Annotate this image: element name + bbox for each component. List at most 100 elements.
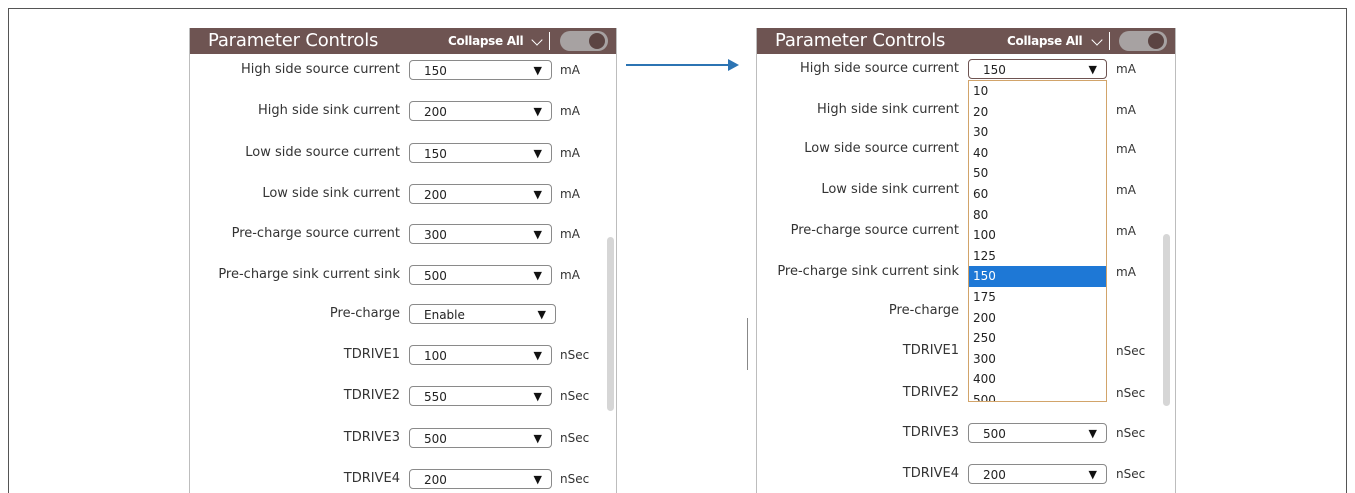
dropdown-option[interactable]: 175 — [969, 287, 1106, 308]
select-tdrive4[interactable]: 200 ▼ — [409, 469, 552, 489]
unit-label: nSec — [560, 348, 590, 362]
label-high-side-source-current: High side source current — [241, 62, 400, 77]
dropdown-option[interactable]: 150 — [969, 266, 1106, 287]
dropdown-arrow-icon: ▼ — [1088, 427, 1097, 440]
dropdown-option[interactable]: 10 — [969, 81, 1106, 102]
dropdown-arrow-icon: ▼ — [533, 64, 542, 77]
dropdown-arrow-icon: ▼ — [533, 188, 542, 201]
toggle-knob — [1148, 33, 1164, 49]
unit-label: mA — [560, 227, 580, 241]
label-pre-charge-source-current: Pre-charge source current — [231, 226, 400, 241]
dropdown-option[interactable]: 125 — [969, 246, 1106, 267]
dropdown-arrow-icon: ▼ — [533, 349, 542, 362]
dropdown-option[interactable]: 200 — [969, 308, 1106, 329]
selected-value: 500 — [424, 269, 447, 283]
scrollbar[interactable] — [607, 237, 614, 411]
unit-label: nSec — [560, 431, 590, 445]
panel-title: Parameter Controls — [775, 30, 946, 51]
selected-value: 550 — [424, 390, 447, 404]
label-tdrive3: TDRIVE3 — [902, 425, 959, 440]
selected-value: 200 — [424, 188, 447, 202]
label-high-side-sink-current: High side sink current — [258, 103, 400, 118]
chevron-down-icon[interactable] — [1091, 34, 1103, 46]
collapse-all-button[interactable]: Collapse All — [1007, 34, 1083, 48]
dropdown-arrow-icon: ▼ — [1088, 63, 1097, 76]
selected-value: 150 — [424, 147, 447, 161]
toggle-knob — [589, 33, 605, 49]
select-pre-charge-source-current[interactable]: 300 ▼ — [409, 224, 552, 244]
dropdown-arrow-icon: ▼ — [533, 473, 542, 486]
label-tdrive4: TDRIVE4 — [902, 466, 959, 481]
label-tdrive3: TDRIVE3 — [343, 430, 400, 445]
select-high-side-source-current[interactable]: 150 ▼ — [968, 59, 1107, 79]
chevron-down-icon[interactable] — [531, 34, 543, 46]
unit-label: mA — [1116, 103, 1136, 117]
dropdown-option[interactable]: 80 — [969, 205, 1106, 226]
scrollbar[interactable] — [1163, 234, 1170, 406]
label-high-side-sink-current: High side sink current — [817, 102, 959, 117]
dropdown-arrow-icon: ▼ — [533, 269, 542, 282]
label-pre-charge: Pre-charge — [329, 306, 400, 321]
select-tdrive3[interactable]: 500 ▼ — [968, 423, 1107, 443]
dropdown-option[interactable]: 250 — [969, 328, 1106, 349]
panel-title: Parameter Controls — [208, 30, 379, 51]
selected-value: 150 — [983, 63, 1006, 77]
dropdown-option[interactable]: 40 — [969, 143, 1106, 164]
dropdown-option[interactable]: 20 — [969, 102, 1106, 123]
parameter-controls-panel-right: Parameter Controls Collapse All High sid… — [756, 28, 1176, 493]
dropdown-arrow-icon: ▼ — [533, 432, 542, 445]
select-low-side-sink-current[interactable]: 200 ▼ — [409, 184, 552, 204]
dropdown-arrow-icon: ▼ — [533, 228, 542, 241]
dropdown-arrow-icon: ▼ — [537, 308, 546, 321]
unit-label: mA — [1116, 62, 1136, 76]
transition-arrow-icon — [728, 59, 739, 71]
dropdown-option[interactable]: 500 — [969, 390, 1106, 401]
selected-value: 200 — [424, 473, 447, 487]
selected-value: 500 — [983, 427, 1006, 441]
label-low-side-source-current: Low side source current — [245, 145, 400, 160]
splitter-handle[interactable] — [747, 318, 748, 370]
unit-label: mA — [1116, 183, 1136, 197]
panel-toggle[interactable] — [1119, 31, 1167, 51]
dropdown-arrow-icon: ▼ — [533, 147, 542, 160]
selected-value: 200 — [424, 105, 447, 119]
label-tdrive2: TDRIVE2 — [902, 385, 959, 400]
unit-label: mA — [560, 146, 580, 160]
selected-value: 300 — [424, 228, 447, 242]
unit-label: nSec — [560, 472, 590, 486]
select-high-side-sink-current[interactable]: 200 ▼ — [409, 101, 552, 121]
unit-label: nSec — [1116, 344, 1146, 358]
label-tdrive4: TDRIVE4 — [343, 471, 400, 486]
label-pre-charge: Pre-charge — [888, 303, 959, 318]
select-tdrive4[interactable]: 200 ▼ — [968, 464, 1107, 484]
select-tdrive3[interactable]: 500 ▼ — [409, 428, 552, 448]
unit-label: mA — [560, 187, 580, 201]
dropdown-option[interactable]: 50 — [969, 163, 1106, 184]
unit-label: nSec — [1116, 426, 1146, 440]
selected-value: 500 — [424, 432, 447, 446]
selected-value: 100 — [424, 349, 447, 363]
dropdown-arrow-icon: ▼ — [533, 390, 542, 403]
select-high-side-source-current[interactable]: 150 ▼ — [409, 60, 552, 80]
select-tdrive1[interactable]: 100 ▼ — [409, 345, 552, 365]
dropdown-option[interactable]: 100 — [969, 225, 1106, 246]
select-low-side-source-current[interactable]: 150 ▼ — [409, 143, 552, 163]
dropdown-option[interactable]: 60 — [969, 184, 1106, 205]
selected-value: 200 — [983, 468, 1006, 482]
dropdown-arrow-icon: ▼ — [533, 105, 542, 118]
panel-toggle[interactable] — [560, 31, 608, 51]
dropdown-option[interactable]: 30 — [969, 122, 1106, 143]
dropdown-option[interactable]: 400 — [969, 369, 1106, 390]
dropdown-options-list: 10 20 30 40 50 60 80 100 125 150 175 200 250 300 400 50… — [968, 80, 1107, 402]
unit-label: mA — [560, 268, 580, 282]
label-low-side-source-current: Low side source current — [804, 141, 959, 156]
unit-label: mA — [1116, 224, 1136, 238]
collapse-all-button[interactable]: Collapse All — [448, 34, 524, 48]
select-pre-charge-sink-current-sink[interactable]: 500 ▼ — [409, 265, 552, 285]
select-tdrive2[interactable]: 550 ▼ — [409, 386, 552, 406]
select-pre-charge[interactable]: Enable ▼ — [409, 304, 556, 324]
dropdown-option[interactable]: 300 — [969, 349, 1106, 370]
label-tdrive1: TDRIVE1 — [902, 343, 959, 358]
label-tdrive2: TDRIVE2 — [343, 388, 400, 403]
unit-label: mA — [1116, 265, 1136, 279]
